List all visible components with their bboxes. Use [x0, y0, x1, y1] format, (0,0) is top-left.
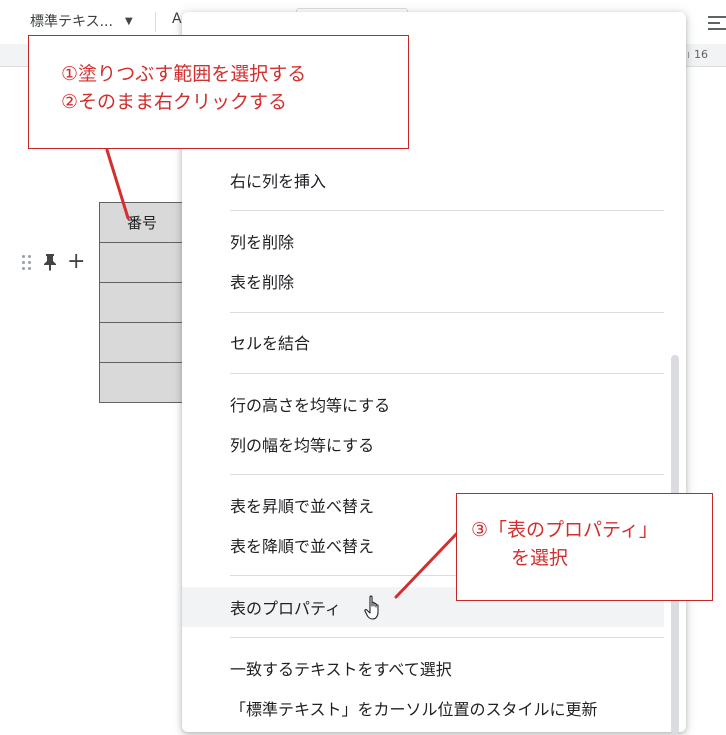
- menu-item-distribute-rows[interactable]: 行の高さを均等にする: [182, 384, 664, 424]
- table-cell[interactable]: [99, 322, 185, 363]
- document-table: 番号: [99, 202, 185, 403]
- paragraph-style-value: 標準テキス...: [30, 14, 113, 30]
- instruction-callout-step3: ③「表のプロパティ」 を選択: [456, 493, 713, 601]
- chevron-down-icon: ▼: [124, 15, 133, 27]
- callout-text: を選択: [511, 547, 569, 569]
- table-row: [99, 322, 185, 363]
- table-row: [99, 282, 185, 323]
- menu-separator: [230, 637, 664, 638]
- font-value: A: [172, 11, 182, 27]
- paragraph-style-dropdown[interactable]: 標準テキス... ▼: [30, 10, 133, 32]
- callout-text: ②そのまま右クリックする: [61, 91, 288, 113]
- menu-item-select-matching-text[interactable]: 一致するテキストをすべて選択: [182, 648, 664, 688]
- ruler-tick: [688, 52, 689, 58]
- menu-item-distribute-columns[interactable]: 列の幅を均等にする: [182, 424, 664, 464]
- menu-item-update-normal-text[interactable]: 「標準テキスト」をカーソル位置のスタイルに更新: [182, 688, 664, 728]
- menu-item-merge-cells[interactable]: セルを結合: [182, 322, 664, 362]
- ruler-number: 16: [694, 48, 708, 61]
- table-cell[interactable]: [99, 362, 185, 403]
- menu-separator: [230, 474, 664, 475]
- table-row: 番号: [99, 202, 185, 243]
- toolbar-separator: [155, 12, 156, 32]
- menu-item-delete-table[interactable]: 表を削除: [182, 261, 664, 301]
- callout-text: ③「表のプロパティ」: [471, 519, 658, 541]
- font-dropdown[interactable]: A: [172, 11, 182, 27]
- table-row: [99, 242, 185, 283]
- menu-item-delete-column[interactable]: 列を削除: [182, 221, 664, 261]
- pin-icon[interactable]: [43, 253, 57, 271]
- menu-item-insert-column-right[interactable]: 右に列を挿入: [182, 160, 664, 200]
- align-left-icon[interactable]: [708, 16, 726, 34]
- hand-pointer-icon: [364, 595, 379, 620]
- callout-text: ①塗りつぶす範囲を選択する: [61, 63, 307, 85]
- row-controls: +: [22, 251, 85, 273]
- table-header-cell[interactable]: 番号: [99, 202, 185, 243]
- menu-separator: [230, 312, 664, 313]
- table-cell[interactable]: [99, 282, 185, 323]
- menu-separator: [230, 373, 664, 374]
- instruction-callout-step1: ①塗りつぶす範囲を選択する ②そのまま右クリックする: [28, 35, 409, 149]
- add-row-icon[interactable]: +: [67, 251, 85, 273]
- table-row: [99, 362, 185, 403]
- table-cell[interactable]: [99, 242, 185, 283]
- menu-separator: [230, 210, 664, 211]
- drag-handle-icon[interactable]: [22, 254, 31, 270]
